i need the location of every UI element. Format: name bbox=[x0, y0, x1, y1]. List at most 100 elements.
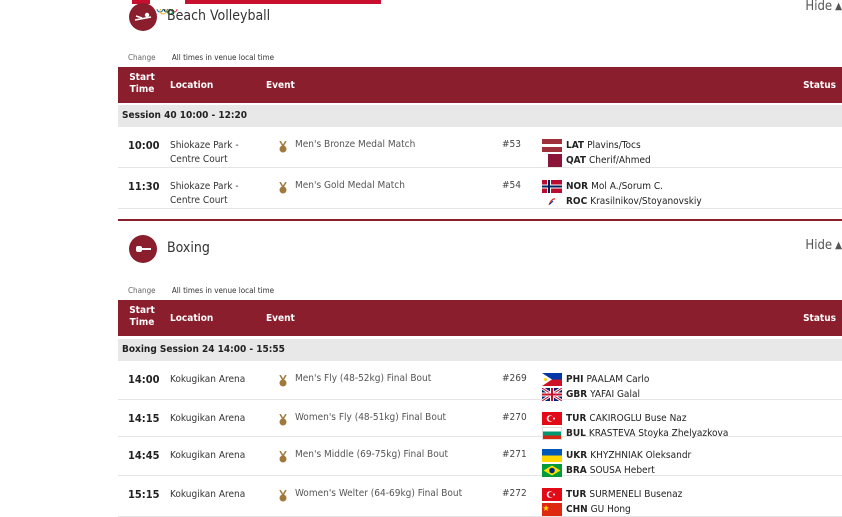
gold-medal-icon bbox=[279, 181, 287, 194]
team-list: PHI PAALAM Carlo GBR YAFAI Galal bbox=[542, 372, 649, 402]
match-number: #272 bbox=[502, 488, 527, 499]
hide-toggle[interactable]: Hide ▲ bbox=[805, 238, 842, 253]
sport-title: Beach Volleyball bbox=[167, 8, 271, 24]
team-entry[interactable]: UKR KHYZHNIAK Oleksandr bbox=[542, 448, 691, 463]
col-status: Status bbox=[803, 313, 836, 324]
start-time: 15:15 bbox=[128, 488, 160, 501]
team-code: NOR bbox=[566, 181, 589, 192]
start-time: 10:00 bbox=[128, 139, 160, 152]
team-entry[interactable]: TUR SURMENELI Busenaz bbox=[542, 487, 682, 502]
hide-toggle[interactable]: Hide ▲ bbox=[805, 0, 842, 14]
match-number: #270 bbox=[502, 412, 527, 423]
boxing-icon bbox=[129, 235, 157, 263]
sport-title: Boxing bbox=[167, 240, 210, 256]
times-note-line: Change All times in venue local time bbox=[128, 53, 274, 62]
team-entry[interactable]: PHI PAALAM Carlo bbox=[542, 372, 649, 387]
team-code: ROC bbox=[566, 196, 588, 207]
hide-label: Hide bbox=[805, 238, 833, 253]
start-time: 14:45 bbox=[128, 449, 160, 462]
team-entry[interactable]: LAT Plavins/Tocs bbox=[542, 138, 651, 153]
latvia-flag bbox=[542, 139, 562, 152]
team-name: PAALAM Carlo bbox=[586, 374, 650, 385]
team-list: TUR SURMENELI Busenaz CHN GU Hong bbox=[542, 487, 682, 517]
change-timezone-link[interactable]: Change bbox=[128, 53, 156, 62]
team-code: PHI bbox=[566, 374, 584, 385]
gold-medal-icon bbox=[279, 413, 287, 426]
event-name[interactable]: Men's Bronze Medal Match bbox=[295, 139, 415, 150]
table-row[interactable]: 15:15 Kokugikan Arena Women's Welter (64… bbox=[118, 476, 842, 517]
team-code: GBR bbox=[566, 389, 588, 400]
start-time: 14:15 bbox=[128, 412, 160, 425]
location: Shiokaze Park - Centre Court bbox=[170, 181, 239, 206]
location: Kokugikan Arena bbox=[170, 489, 246, 500]
gold-medal-icon bbox=[279, 489, 287, 502]
team-entry[interactable]: ROC Krasilnikov/Stoyanovskiy bbox=[542, 194, 702, 209]
table-row[interactable]: 14:45 Kokugikan Arena Men's Middle (69-7… bbox=[118, 437, 842, 477]
hide-label: Hide bbox=[805, 0, 833, 14]
team-name: Plavins/Tocs bbox=[587, 140, 641, 151]
team-entry[interactable]: NOR Mol A./Sorum C. bbox=[542, 179, 702, 194]
start-time: 11:30 bbox=[128, 180, 160, 193]
beach-volleyball-icon bbox=[129, 3, 157, 31]
section-divider bbox=[118, 219, 842, 221]
times-note-line: Change All times in venue local time bbox=[128, 286, 274, 295]
team-code: TUR bbox=[566, 489, 587, 500]
session-row: Session 40 10:00 - 12:20 bbox=[118, 105, 842, 127]
team-name: YAFAI Galal bbox=[590, 389, 640, 400]
col-event: Event bbox=[266, 80, 295, 91]
match-number: #54 bbox=[502, 180, 521, 191]
boxing-section: Boxing Hide ▲ Change All times in venue … bbox=[118, 225, 842, 517]
table-row[interactable]: 14:00 Kokugikan Arena Men's Fly (48-52kg… bbox=[118, 361, 842, 402]
times-note: All times in venue local time bbox=[171, 53, 275, 62]
event-name[interactable]: Women's Welter (64-69kg) Final Bout bbox=[295, 488, 462, 499]
table-row[interactable]: 11:30 Shiokaze Park - Centre Court Men's… bbox=[118, 168, 842, 209]
col-start-time: Start Time bbox=[129, 305, 155, 328]
team-code: TUR bbox=[566, 413, 587, 424]
team-list: NOR Mol A./Sorum C. ROC Krasilnikov/Stoy… bbox=[542, 179, 702, 209]
china-flag bbox=[542, 503, 562, 516]
team-name: SOUSA Hebert bbox=[589, 465, 655, 476]
event-name[interactable]: Women's Fly (48-51kg) Final Bout bbox=[295, 412, 446, 423]
team-code: QAT bbox=[566, 155, 586, 166]
change-timezone-link[interactable]: Change bbox=[128, 286, 156, 295]
section-header: Boxing Hide ▲ bbox=[118, 225, 842, 273]
match-number: #271 bbox=[502, 449, 527, 460]
col-event: Event bbox=[266, 313, 295, 324]
chevron-up-icon: ▲ bbox=[835, 1, 842, 12]
bronze-medal-icon bbox=[279, 140, 287, 153]
match-number: #269 bbox=[502, 373, 527, 384]
location: Kokugikan Arena bbox=[170, 374, 246, 385]
event-name[interactable]: Men's Gold Medal Match bbox=[295, 180, 405, 191]
roc-flag bbox=[542, 195, 562, 208]
team-name: Mol A./Sorum C. bbox=[591, 181, 663, 192]
team-entry[interactable]: QAT Cherif/Ahmed bbox=[542, 153, 651, 168]
team-name: GU Hong bbox=[590, 504, 631, 515]
match-number: #53 bbox=[502, 139, 521, 150]
team-name: CAKIROGLU Buse Naz bbox=[589, 413, 687, 424]
team-code: UKR bbox=[566, 450, 588, 461]
team-code: BRA bbox=[566, 465, 587, 476]
location: Kokugikan Arena bbox=[170, 413, 246, 424]
team-name: Cherif/Ahmed bbox=[588, 155, 651, 166]
gold-medal-icon bbox=[279, 450, 287, 463]
team-entry[interactable]: CHN GU Hong bbox=[542, 502, 682, 517]
session-title: Boxing Session 24 14:00 - 15:55 bbox=[122, 344, 285, 355]
team-list: LAT Plavins/Tocs QAT Cherif/Ahmed bbox=[542, 138, 651, 168]
ukraine-flag bbox=[542, 449, 562, 462]
table-row[interactable]: 14:15 Kokugikan Arena Women's Fly (48-51… bbox=[118, 400, 842, 440]
team-name: SURMENELI Busenaz bbox=[589, 489, 683, 500]
turkey-flag bbox=[542, 488, 562, 501]
session-title: Session 40 10:00 - 12:20 bbox=[122, 110, 248, 121]
team-entry[interactable]: TUR CAKIROGLU Buse Naz bbox=[542, 411, 728, 426]
table-row[interactable]: 10:00 Shiokaze Park - Centre Court Men's… bbox=[118, 127, 842, 168]
session-row: Boxing Session 24 14:00 - 15:55 bbox=[118, 339, 842, 361]
col-status: Status bbox=[803, 80, 836, 91]
chevron-up-icon: ▲ bbox=[835, 240, 842, 251]
section-header: Beach Volleyball Hide ▲ bbox=[118, 0, 842, 41]
beach-volleyball-section: Beach Volleyball Hide ▲ Change All times… bbox=[118, 0, 842, 223]
team-name: Krasilnikov/Stoyanovskiy bbox=[590, 196, 702, 207]
event-name[interactable]: Men's Middle (69-75kg) Final Bout bbox=[295, 449, 448, 460]
qatar-flag bbox=[542, 154, 562, 167]
location: Shiokaze Park - Centre Court bbox=[170, 140, 239, 165]
event-name[interactable]: Men's Fly (48-52kg) Final Bout bbox=[295, 373, 431, 384]
